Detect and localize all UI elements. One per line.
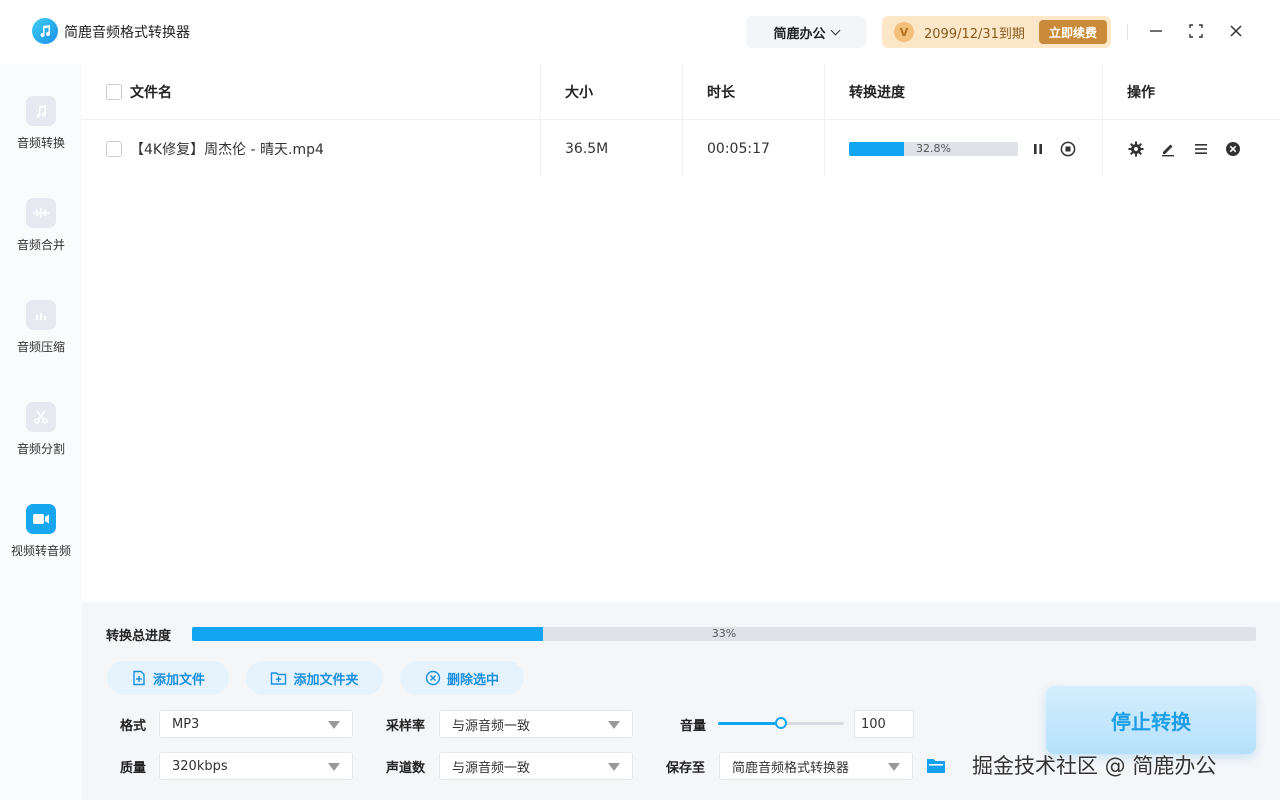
volume-slider-fill xyxy=(718,722,781,725)
file-table: 文件名 大小 时长 转换进度 操作 【4K修复】周杰伦 - 晴天.mp4 36.… xyxy=(82,64,1280,602)
header-progress: 转换进度 xyxy=(849,85,905,101)
file-duration: 00:05:17 xyxy=(707,141,770,157)
format-label: 格式 xyxy=(120,719,147,734)
account-dropdown[interactable]: 简鹿办公 xyxy=(746,16,866,48)
pause-icon[interactable] xyxy=(1028,139,1048,159)
total-progress-label: 转换总进度 xyxy=(106,629,172,644)
window-divider xyxy=(1127,24,1128,40)
video-camera-icon xyxy=(26,504,56,534)
add-file-label: 添加文件 xyxy=(152,672,205,688)
header-file-name: 文件名 xyxy=(130,85,172,101)
sidebar-item-audio-compress[interactable]: 音频压缩 xyxy=(0,300,82,380)
volume-input[interactable]: 100 xyxy=(854,710,914,738)
channels-select[interactable]: 与源音频一致 xyxy=(439,752,633,780)
save-to-value: 简鹿音频格式转换器 xyxy=(732,760,850,776)
edit-pencil-icon[interactable] xyxy=(1158,139,1178,159)
sample-rate-select[interactable]: 与源音频一致 xyxy=(439,710,633,738)
add-file-icon xyxy=(133,670,145,686)
music-note-icon xyxy=(26,96,56,126)
file-name: 【4K修复】周杰伦 - 晴天.mp4 xyxy=(130,142,324,158)
sidebar-item-audio-split[interactable]: 音频分割 xyxy=(0,402,82,482)
quality-select[interactable]: 320kbps xyxy=(159,752,353,780)
row-checkbox[interactable] xyxy=(106,141,122,157)
app-logo-icon xyxy=(32,18,58,44)
header-size: 大小 xyxy=(565,85,593,101)
vip-expiry: 2099/12/31到期 xyxy=(924,26,1025,42)
volume-label: 音量 xyxy=(680,719,707,734)
dropdown-triangle-icon xyxy=(608,763,620,771)
merge-icon xyxy=(26,198,56,228)
delete-selected-button[interactable]: 删除选中 xyxy=(400,661,524,695)
menu-list-icon[interactable] xyxy=(1191,139,1211,159)
dropdown-triangle-icon xyxy=(328,721,340,729)
header-duration: 时长 xyxy=(707,85,735,101)
delete-circle-icon xyxy=(425,670,441,686)
table-header: 文件名 大小 时长 转换进度 操作 xyxy=(82,64,1280,120)
renew-button[interactable]: 立即续费 xyxy=(1038,20,1107,44)
file-size: 36.5M xyxy=(565,141,609,157)
stop-circle-icon[interactable] xyxy=(1058,139,1078,159)
sidebar-item-video-to-audio[interactable]: 视频转音频 xyxy=(0,504,82,584)
sidebar-item-label: 视频转音频 xyxy=(10,544,71,558)
table-row[interactable]: 【4K修复】周杰伦 - 晴天.mp4 36.5M 00:05:17 32.8% xyxy=(82,121,1280,177)
sidebar-item-label: 音频转换 xyxy=(16,136,65,150)
sidebar-item-audio-merge[interactable]: 音频合并 xyxy=(0,198,82,278)
maximize-icon[interactable] xyxy=(1185,20,1207,42)
sample-rate-label: 采样率 xyxy=(386,719,426,734)
compress-icon xyxy=(26,300,56,330)
add-file-button[interactable]: 添加文件 xyxy=(107,661,229,695)
title-bar: 简鹿音频格式转换器 简鹿办公 V 2099/12/31到期 立即续费 xyxy=(0,0,1280,64)
minimize-icon[interactable] xyxy=(1145,20,1167,42)
sample-rate-value: 与源音频一致 xyxy=(452,718,531,734)
format-value: MP3 xyxy=(172,716,200,732)
delete-selected-label: 删除选中 xyxy=(446,672,499,688)
scissors-icon xyxy=(26,402,56,432)
watermark: 掘金技术社区 @ 简鹿办公 xyxy=(972,754,1217,778)
remove-circle-icon[interactable] xyxy=(1223,139,1243,159)
quality-value: 320kbps xyxy=(172,758,228,774)
save-to-select[interactable]: 简鹿音频格式转换器 xyxy=(719,752,913,780)
channels-label: 声道数 xyxy=(386,761,426,776)
quality-label: 质量 xyxy=(120,761,147,776)
file-progress-bar: 32.8% xyxy=(849,142,1018,156)
volume-slider-handle[interactable] xyxy=(775,717,787,729)
add-folder-icon xyxy=(271,672,287,685)
app-title: 简鹿音频格式转换器 xyxy=(64,25,190,41)
save-to-label: 保存至 xyxy=(666,761,706,776)
sidebar-item-label: 音频分割 xyxy=(16,442,65,456)
file-progress-text: 32.8% xyxy=(916,142,951,155)
gear-icon[interactable] xyxy=(1126,139,1146,159)
vip-crown-icon: V xyxy=(894,22,914,42)
close-icon[interactable] xyxy=(1225,20,1247,42)
sidebar: 音频转换 音频合并 音频压缩 音频分割 视频转音频 xyxy=(0,64,82,800)
channels-value: 与源音频一致 xyxy=(452,760,531,776)
account-label: 简鹿办公 xyxy=(773,26,826,42)
total-progress-bar: 33% xyxy=(192,627,1256,641)
sidebar-item-label: 音频合并 xyxy=(16,238,65,252)
format-select[interactable]: MP3 xyxy=(159,710,353,738)
dropdown-triangle-icon xyxy=(608,721,620,729)
total-progress-text: 33% xyxy=(711,627,737,640)
chevron-down-icon xyxy=(830,25,840,35)
sidebar-item-label: 音频压缩 xyxy=(16,340,65,354)
add-folder-label: 添加文件夹 xyxy=(293,672,359,688)
folder-open-icon[interactable] xyxy=(925,754,947,776)
header-actions: 操作 xyxy=(1127,85,1155,101)
stop-convert-button[interactable]: 停止转换 xyxy=(1046,686,1256,754)
header-checkbox-cell xyxy=(106,64,122,120)
vip-status: V 2099/12/31到期 立即续费 xyxy=(882,16,1111,48)
dropdown-triangle-icon xyxy=(328,763,340,771)
row-checkbox-cell xyxy=(106,121,122,177)
select-all-checkbox[interactable] xyxy=(106,84,122,100)
dropdown-triangle-icon xyxy=(888,763,900,771)
sidebar-item-audio-convert[interactable]: 音频转换 xyxy=(0,96,82,176)
add-folder-button[interactable]: 添加文件夹 xyxy=(246,661,383,695)
